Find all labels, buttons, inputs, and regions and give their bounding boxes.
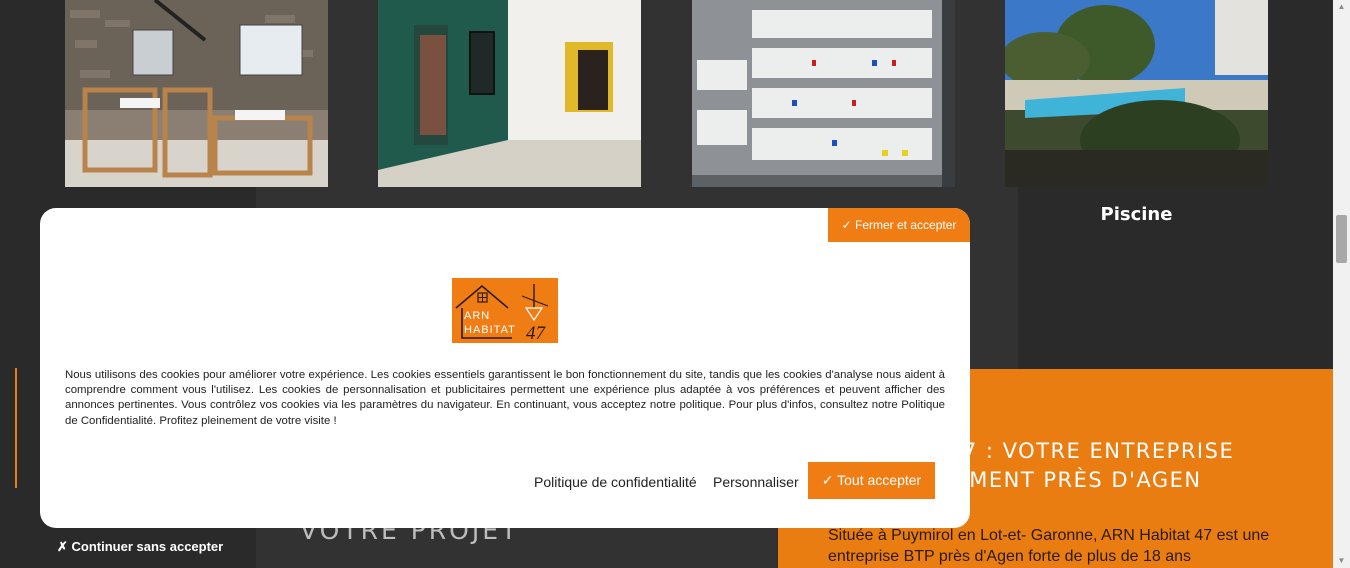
continue-without-accepting-button[interactable]: ✗ Continuer sans accepter — [57, 539, 223, 555]
cookie-description: Nous utilisons des cookies pour améliore… — [65, 369, 945, 427]
cookie-consent-modal: ARN HABITAT 47 Nous utilisons des cookie… — [40, 208, 970, 528]
gallery-caption-piscine: Piscine — [1100, 204, 1173, 225]
gallery-image-electrical-panel[interactable] — [692, 0, 955, 187]
scroll-thumb[interactable] — [1336, 215, 1347, 263]
gallery-image-interior[interactable] — [378, 0, 641, 187]
svg-text:47: 47 — [526, 323, 547, 343]
svg-text:ARN: ARN — [464, 310, 490, 322]
scroll-up-arrow-icon[interactable]: ▲ — [1333, 0, 1350, 14]
accent-divider — [15, 368, 17, 488]
gallery-image-bathroom[interactable] — [65, 0, 328, 187]
accept-all-button[interactable]: ✓ Tout accepter — [808, 462, 935, 499]
customize-button[interactable]: Personnaliser — [713, 474, 799, 490]
about-text: Située à Puymirol en Lot-et- Garonne, AR… — [828, 527, 1270, 565]
gallery-image-pool[interactable] — [1005, 0, 1268, 187]
arn-habitat-logo: ARN HABITAT 47 — [452, 278, 558, 344]
privacy-policy-link[interactable]: Politique de confidentialité — [534, 474, 697, 490]
scroll-down-arrow-icon[interactable]: ▼ — [1333, 554, 1350, 568]
svg-text:HABITAT: HABITAT — [464, 324, 516, 336]
vertical-scrollbar[interactable]: ▲ ▼ — [1333, 0, 1350, 568]
close-and-accept-button[interactable]: ✓ Fermer et accepter — [828, 208, 970, 242]
